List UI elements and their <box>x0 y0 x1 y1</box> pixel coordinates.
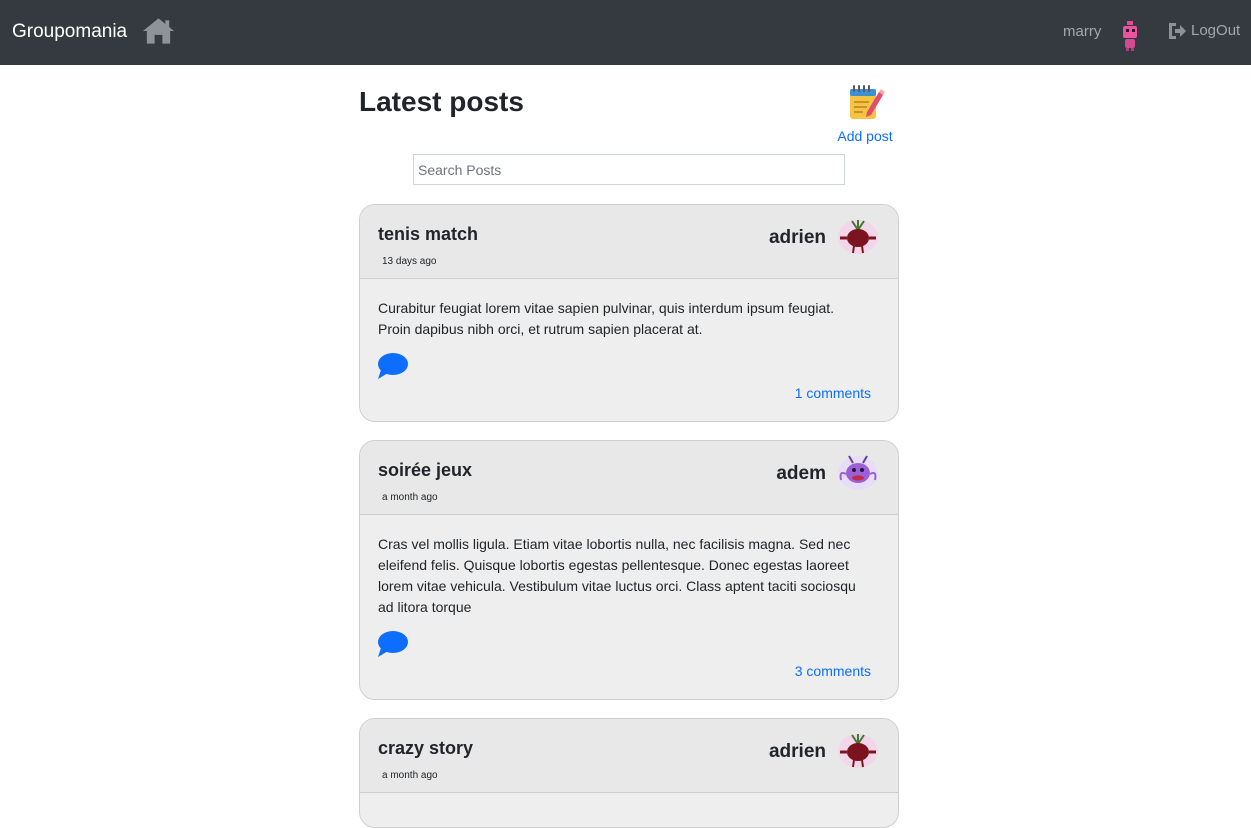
author-avatar <box>838 455 878 490</box>
post-card: soirée jeux a month ago adem Cras vel mo… <box>359 440 899 700</box>
post-timestamp: a month ago <box>382 770 438 781</box>
post-author: adem <box>776 463 826 484</box>
post-author: adrien <box>768 227 826 248</box>
post-card: tenis match 13 days ago adrien Curabitur… <box>359 204 899 422</box>
user-avatar[interactable] <box>1115 18 1145 52</box>
notepad-pencil-icon <box>850 85 885 119</box>
page-title: Latest posts <box>359 86 524 117</box>
comments-link[interactable]: 1 comments <box>795 384 871 402</box>
post-title[interactable]: tenis match <box>378 223 478 245</box>
post-timestamp: a month ago <box>382 492 438 503</box>
add-post-label: Add post <box>837 128 893 144</box>
post-author: adrien <box>768 741 826 762</box>
post-title[interactable]: crazy story <box>378 737 473 759</box>
comment-bubble-icon[interactable] <box>377 630 409 658</box>
brand-link[interactable]: Groupomania <box>12 20 127 44</box>
navbar: Groupomania marry LogOut <box>0 0 1251 65</box>
post-header: tenis match 13 days ago adrien <box>360 205 898 279</box>
logout-label: LogOut <box>1191 22 1241 39</box>
post-header: soirée jeux a month ago adem <box>360 441 898 515</box>
author-avatar <box>838 220 878 254</box>
current-user-name: marry <box>1063 23 1102 40</box>
logout-button[interactable]: LogOut <box>1167 20 1240 42</box>
post-title[interactable]: soirée jeux <box>378 459 472 481</box>
post-text: Cras vel mollis ligula. Etiam vitae lobo… <box>378 536 856 615</box>
comments-link[interactable]: 3 comments <box>795 662 871 680</box>
comment-bubble-icon[interactable] <box>377 352 409 380</box>
add-post-button[interactable]: Add post <box>832 82 898 144</box>
home-icon[interactable] <box>141 16 176 46</box>
logout-icon <box>1169 23 1186 39</box>
author-avatar <box>838 734 878 768</box>
post-header: crazy story a month ago adrien <box>360 719 898 793</box>
post-text: Curabitur feugiat lorem vitae sapien pul… <box>378 300 835 337</box>
post-timestamp: 13 days ago <box>382 256 437 267</box>
search-input[interactable] <box>413 154 845 185</box>
